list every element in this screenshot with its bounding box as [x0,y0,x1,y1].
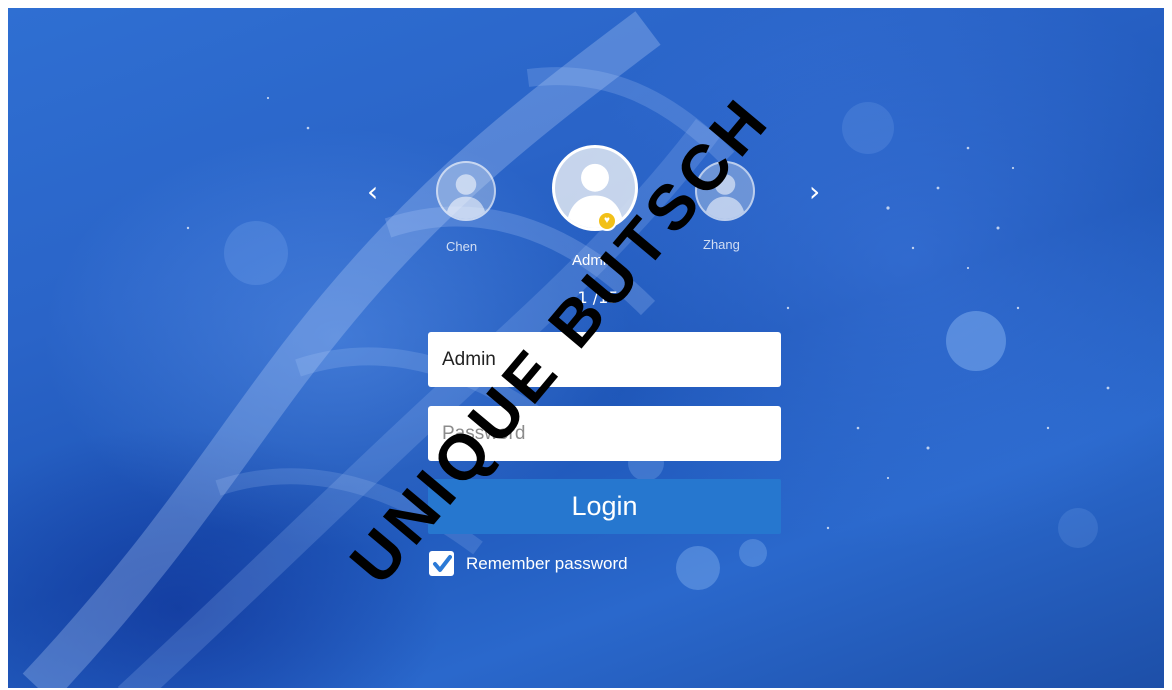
user-silhouette-icon [704,174,746,219]
chevron-left-icon[interactable]: ‹ [367,178,378,206]
crown-badge-icon: ♥ [597,211,617,231]
user-name-zhang: Zhang [703,237,740,252]
password-input[interactable] [428,406,781,461]
avatar-zhang[interactable] [695,161,755,221]
username-input[interactable] [428,332,781,387]
remember-checkbox[interactable] [429,551,454,576]
remember-password-option[interactable]: Remember password [429,551,628,576]
login-button[interactable]: Login [428,479,781,534]
chevron-right-icon[interactable]: › [809,178,820,206]
user-silhouette-icon [566,163,624,228]
remember-password-label: Remember password [466,553,628,573]
avatar-admin[interactable] [552,145,638,231]
user-name-chen: Chen [446,239,478,254]
user-silhouette-icon [445,174,487,219]
checkmark-icon [432,554,452,572]
user-counter: 1 /15 [577,288,619,307]
avatar-chen[interactable] [436,161,496,221]
user-name-admin: Admin [572,252,615,269]
login-screen: ‹ › ♥ Chen Admin Zhang 1 /15 Login Remem… [8,8,1164,688]
